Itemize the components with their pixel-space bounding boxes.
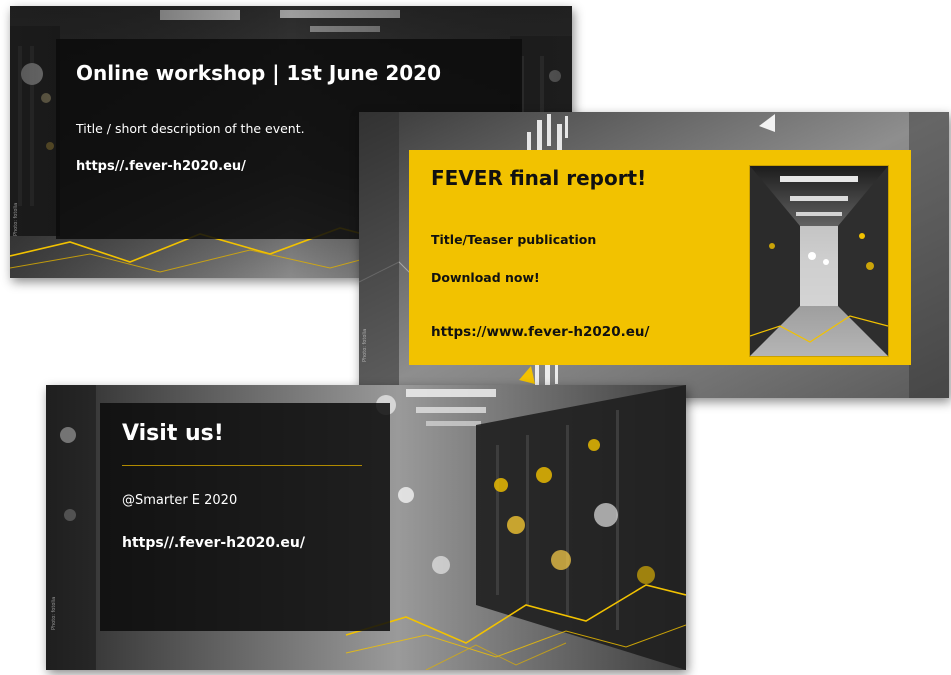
event-description: Title / short description of the event. [76, 121, 305, 136]
server-corridor-image [749, 165, 889, 357]
report-title: FEVER final report! [431, 166, 647, 190]
photo-credit: Photo: fotolia [362, 328, 368, 362]
banner-final-report: Photo: fotolia FEVER final report! Title… [359, 112, 949, 398]
report-teaser: Title/Teaser publication [431, 232, 597, 247]
visit-link[interactable]: https//.fever-h2020.eu/ [122, 535, 305, 551]
event-name: @Smarter E 2020 [122, 493, 238, 508]
event-link[interactable]: https//.fever-h2020.eu/ [76, 159, 246, 174]
title-divider [122, 465, 362, 466]
visit-title: Visit us! [122, 421, 224, 446]
banner-visit-us: Photo: fotolia Visit us! @Smarter E 2020… [46, 385, 686, 670]
photo-credit: Photo: fotolia [13, 202, 19, 236]
event-title: Online workshop | 1st June 2020 [76, 61, 441, 85]
visit-panel: Visit us! @Smarter E 2020 https//.fever-… [100, 403, 390, 631]
photo-credit: Photo: fotolia [51, 596, 57, 630]
report-panel: FEVER final report! Title/Teaser publica… [409, 150, 911, 365]
download-cta[interactable]: Download now! [431, 270, 540, 285]
report-link[interactable]: https://www.fever-h2020.eu/ [431, 324, 649, 340]
